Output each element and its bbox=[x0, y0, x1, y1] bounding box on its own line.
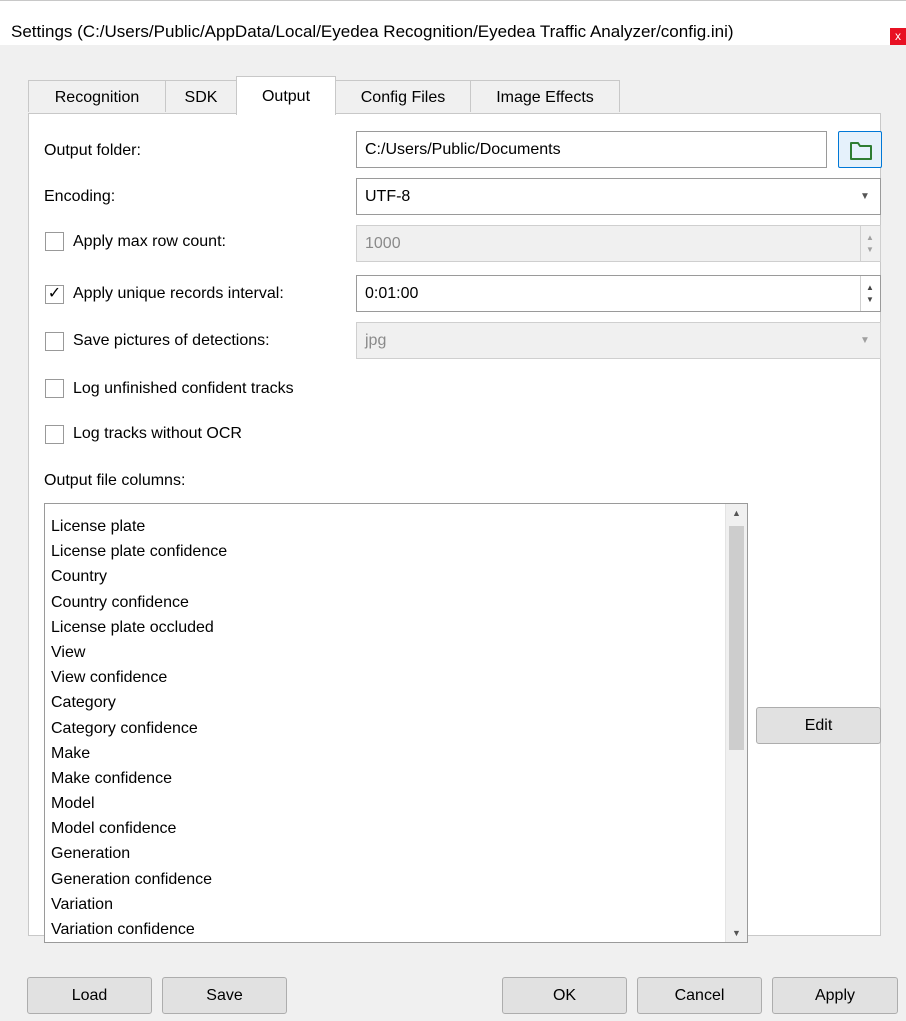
encoding-select[interactable]: UTF-8 ▼ bbox=[356, 178, 881, 215]
spin-up-icon: ▲ bbox=[866, 283, 874, 292]
apply-button[interactable]: Apply bbox=[772, 977, 898, 1014]
unique-interval-value: 0:01:00 bbox=[365, 285, 419, 302]
list-item[interactable]: License plate occluded bbox=[51, 616, 227, 641]
encoding-label: Encoding: bbox=[44, 188, 116, 205]
log-unfinished-checkbox[interactable] bbox=[45, 379, 64, 398]
max-row-spinbox[interactable]: 1000 ▲ ▼ bbox=[356, 225, 881, 262]
max-row-label: Apply max row count: bbox=[73, 233, 226, 250]
tab-config-files[interactable]: Config Files bbox=[335, 80, 471, 112]
vertical-scrollbar[interactable]: ▲ ▼ bbox=[725, 504, 747, 942]
tab-sdk[interactable]: SDK bbox=[165, 80, 237, 112]
log-unfinished-label: Log unfinished confident tracks bbox=[73, 380, 294, 397]
save-pictures-checkbox[interactable] bbox=[45, 332, 64, 351]
picture-format-value: jpg bbox=[365, 332, 387, 349]
picture-format-select[interactable]: jpg ▼ bbox=[356, 322, 881, 359]
output-folder-label: Output folder: bbox=[44, 142, 141, 159]
list-item[interactable]: Model bbox=[51, 792, 227, 817]
checkmark-icon: ✓ bbox=[47, 285, 62, 302]
max-row-checkbox[interactable] bbox=[45, 232, 64, 251]
list-item[interactable]: License plate confidence bbox=[51, 540, 227, 565]
list-item[interactable]: Variation confidence bbox=[51, 918, 227, 942]
cancel-button[interactable]: Cancel bbox=[637, 977, 762, 1014]
tab-recognition[interactable]: Recognition bbox=[28, 80, 166, 112]
scroll-down-icon[interactable]: ▼ bbox=[732, 928, 741, 938]
save-button[interactable]: Save bbox=[162, 977, 287, 1014]
spin-buttons[interactable]: ▲ ▼ bbox=[860, 276, 880, 311]
edit-columns-button[interactable]: Edit bbox=[756, 707, 881, 744]
tab-image-effects[interactable]: Image Effects bbox=[470, 80, 620, 112]
output-folder-input[interactable]: C:/Users/Public/Documents bbox=[356, 131, 827, 168]
list-item[interactable]: Make confidence bbox=[51, 767, 227, 792]
browse-folder-button[interactable] bbox=[838, 131, 882, 168]
encoding-value: UTF-8 bbox=[365, 188, 411, 205]
chevron-down-icon: ▼ bbox=[860, 335, 870, 346]
output-folder-value: C:/Users/Public/Documents bbox=[365, 141, 561, 158]
spin-down-icon: ▼ bbox=[866, 245, 874, 254]
log-without-ocr-label: Log tracks without OCR bbox=[73, 425, 242, 442]
spin-buttons[interactable]: ▲ ▼ bbox=[860, 226, 880, 261]
list-item[interactable]: Variation bbox=[51, 893, 227, 918]
max-row-value: 1000 bbox=[365, 235, 401, 252]
list-item[interactable]: View confidence bbox=[51, 666, 227, 691]
list-item[interactable]: Generation bbox=[51, 842, 227, 867]
title-bar: Settings (C:/Users/Public/AppData/Local/… bbox=[0, 0, 906, 45]
chevron-down-icon: ▼ bbox=[860, 191, 870, 202]
list-item[interactable]: Country bbox=[51, 565, 227, 590]
ok-button[interactable]: OK bbox=[502, 977, 627, 1014]
list-item[interactable]: License plate bbox=[51, 515, 227, 540]
close-button[interactable]: x bbox=[890, 28, 906, 45]
list-item[interactable]: Model confidence bbox=[51, 817, 227, 842]
list-item[interactable]: Category confidence bbox=[51, 717, 227, 742]
scroll-up-icon[interactable]: ▲ bbox=[732, 508, 741, 518]
load-button[interactable]: Load bbox=[27, 977, 152, 1014]
list-item[interactable]: Country confidence bbox=[51, 591, 227, 616]
columns-container: License plate License plate confidence Cou… bbox=[51, 515, 227, 942]
list-item[interactable]: Generation confidence bbox=[51, 868, 227, 893]
unique-interval-spinbox[interactable]: 0:01:00 ▲ ▼ bbox=[356, 275, 881, 312]
list-item[interactable]: Category bbox=[51, 691, 227, 716]
unique-interval-label: Apply unique records interval: bbox=[73, 285, 284, 302]
tab-output[interactable]: Output bbox=[236, 76, 336, 115]
output-columns-label: Output file columns: bbox=[44, 472, 186, 489]
list-item[interactable]: Make bbox=[51, 742, 227, 767]
window-title: Settings (C:/Users/Public/AppData/Local/… bbox=[11, 22, 734, 41]
spin-up-icon: ▲ bbox=[866, 233, 874, 242]
unique-interval-checkbox[interactable]: ✓ bbox=[45, 285, 64, 304]
log-without-ocr-checkbox[interactable] bbox=[45, 425, 64, 444]
spin-down-icon: ▼ bbox=[866, 295, 874, 304]
scrollbar-thumb[interactable] bbox=[729, 526, 744, 750]
folder-icon bbox=[850, 142, 872, 160]
list-item[interactable]: View bbox=[51, 641, 227, 666]
save-pictures-label: Save pictures of detections: bbox=[73, 332, 270, 349]
output-columns-list[interactable]: License plate License plate confidence Cou… bbox=[44, 503, 748, 943]
